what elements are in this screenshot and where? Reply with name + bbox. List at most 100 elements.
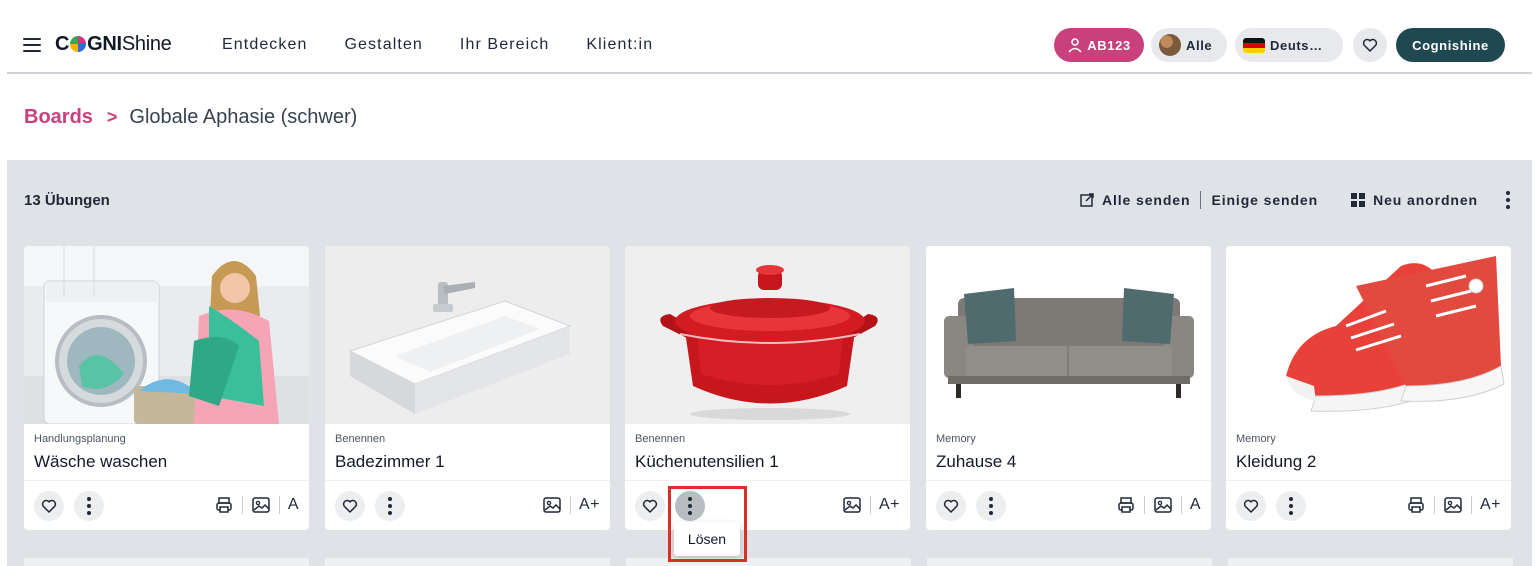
font-size-toggle[interactable]: A+ — [579, 496, 600, 514]
filter-all-button[interactable]: Alle — [1151, 28, 1227, 62]
more-vertical-icon — [1289, 497, 1293, 515]
nav-entdecken[interactable]: Entdecken — [222, 36, 308, 54]
card-title: Zuhause 4 — [936, 452, 1017, 471]
font-size-toggle[interactable]: A+ — [1480, 496, 1501, 514]
divider — [1180, 496, 1182, 514]
laundry-photo — [24, 246, 309, 424]
font-size-toggle[interactable]: A+ — [879, 496, 900, 514]
more-vertical-icon — [688, 497, 692, 515]
nav-klientin[interactable]: Klient:in — [586, 36, 653, 54]
card-category: Memory — [1236, 433, 1276, 445]
card-menu-button[interactable] — [976, 491, 1006, 521]
grid-icon — [1351, 193, 1366, 207]
favorite-button[interactable] — [335, 491, 365, 521]
divider — [1200, 191, 1202, 209]
nav-gestalten[interactable]: Gestalten — [345, 36, 423, 54]
language-selector[interactable]: Deuts… — [1235, 28, 1343, 62]
breadcrumb: Boards > Globale Aphasie (schwer) — [24, 106, 357, 129]
external-link-icon — [1080, 193, 1094, 207]
card-menu-button[interactable] — [675, 491, 705, 521]
heart-icon — [1362, 38, 1378, 52]
font-size-toggle[interactable]: A — [1190, 496, 1201, 514]
printer-icon[interactable] — [214, 495, 234, 515]
card-category: Benennen — [335, 433, 386, 445]
card-category: Benennen — [635, 433, 686, 445]
card-divider — [625, 480, 910, 481]
card-divider — [325, 480, 610, 481]
heart-icon — [943, 499, 959, 513]
card-menu-button[interactable] — [375, 491, 405, 521]
image-icon[interactable] — [1153, 495, 1173, 515]
favorite-button[interactable] — [936, 491, 966, 521]
heart-icon — [342, 499, 358, 513]
card-category: Memory — [936, 433, 976, 445]
card-title: Wäsche waschen — [34, 452, 168, 471]
card-divider — [926, 480, 1211, 481]
card-tools: A+ — [1406, 495, 1501, 515]
sofa-photo — [926, 246, 1211, 424]
german-flag-icon — [1243, 37, 1265, 53]
account-button[interactable]: Cognishine — [1396, 28, 1505, 62]
divider — [1470, 496, 1472, 514]
client-code-button[interactable]: AB123 — [1054, 28, 1144, 62]
exercise-card[interactable]: Benennen Küchenutensilien 1 A+ — [625, 246, 910, 530]
favorite-button[interactable] — [1236, 491, 1266, 521]
more-vertical-icon[interactable] — [1506, 191, 1510, 209]
exercise-card[interactable]: Memory Kleidung 2 A+ — [1226, 246, 1511, 530]
printer-icon[interactable] — [1406, 495, 1426, 515]
image-icon[interactable] — [251, 495, 271, 515]
reorder-label: Neu anordnen — [1373, 192, 1478, 208]
breadcrumb-boards-link[interactable]: Boards — [24, 106, 93, 129]
chevron-right-icon: > — [106, 107, 118, 127]
main-nav: Entdecken Gestalten Ihr Bereich Klient:i… — [222, 36, 690, 54]
font-size-toggle[interactable]: A — [288, 496, 299, 514]
more-vertical-icon — [388, 497, 392, 515]
exercise-count: 13 Übungen — [24, 192, 110, 209]
breadcrumb-current: Globale Aphasie (schwer) — [129, 106, 358, 128]
card-divider — [1226, 480, 1511, 481]
board-panel: 13 Übungen Alle senden Einige senden Neu… — [7, 160, 1532, 566]
user-icon — [1068, 38, 1082, 53]
reorder-button[interactable]: Neu anordnen — [1351, 192, 1478, 208]
heart-icon — [642, 499, 658, 513]
favorite-button[interactable] — [635, 491, 665, 521]
divider — [241, 496, 243, 514]
card-category: Handlungsplanung — [34, 433, 126, 445]
printer-icon[interactable] — [1116, 495, 1136, 515]
exercise-card[interactable]: Benennen Badezimmer 1 A+ — [325, 246, 610, 530]
unlock-menu-item[interactable]: Lösen — [674, 522, 740, 556]
next-row-preview — [7, 558, 1532, 566]
divider — [569, 496, 571, 514]
favorites-button[interactable] — [1353, 28, 1387, 62]
more-vertical-icon — [989, 497, 993, 515]
image-icon[interactable] — [1443, 495, 1463, 515]
send-all-button[interactable]: Alle senden — [1080, 192, 1190, 208]
divider — [1433, 496, 1435, 514]
image-icon[interactable] — [542, 495, 562, 515]
filter-label: Alle — [1186, 37, 1213, 53]
filter-icon — [1159, 34, 1181, 56]
divider — [1143, 496, 1145, 514]
language-label: Deuts… — [1270, 37, 1323, 53]
cognishine-logo[interactable]: C GNIShine — [55, 33, 172, 56]
divider — [278, 496, 280, 514]
card-menu-button[interactable] — [1276, 491, 1306, 521]
board-actions: Alle senden Einige senden Neu anordnen — [1080, 191, 1510, 209]
image-icon[interactable] — [842, 495, 862, 515]
sneakers-photo — [1226, 246, 1511, 424]
send-all-label: Alle senden — [1101, 192, 1191, 208]
card-tools: A — [1116, 495, 1201, 515]
hamburger-menu-icon[interactable] — [23, 38, 41, 52]
nav-ihr-bereich[interactable]: Ihr Bereich — [460, 36, 549, 54]
card-divider — [24, 480, 309, 481]
divider — [869, 496, 871, 514]
card-menu-button[interactable] — [74, 491, 104, 521]
card-title: Kleidung 2 — [1236, 452, 1317, 471]
exercise-card[interactable]: Memory Zuhause 4 A — [926, 246, 1211, 530]
pot-photo — [625, 246, 910, 424]
exercise-card[interactable]: Handlungsplanung Wäsche waschen A — [24, 246, 309, 530]
card-tools: A+ — [842, 495, 900, 515]
card-tools: A — [214, 495, 299, 515]
send-some-button[interactable]: Einige senden — [1211, 192, 1318, 208]
favorite-button[interactable] — [34, 491, 64, 521]
